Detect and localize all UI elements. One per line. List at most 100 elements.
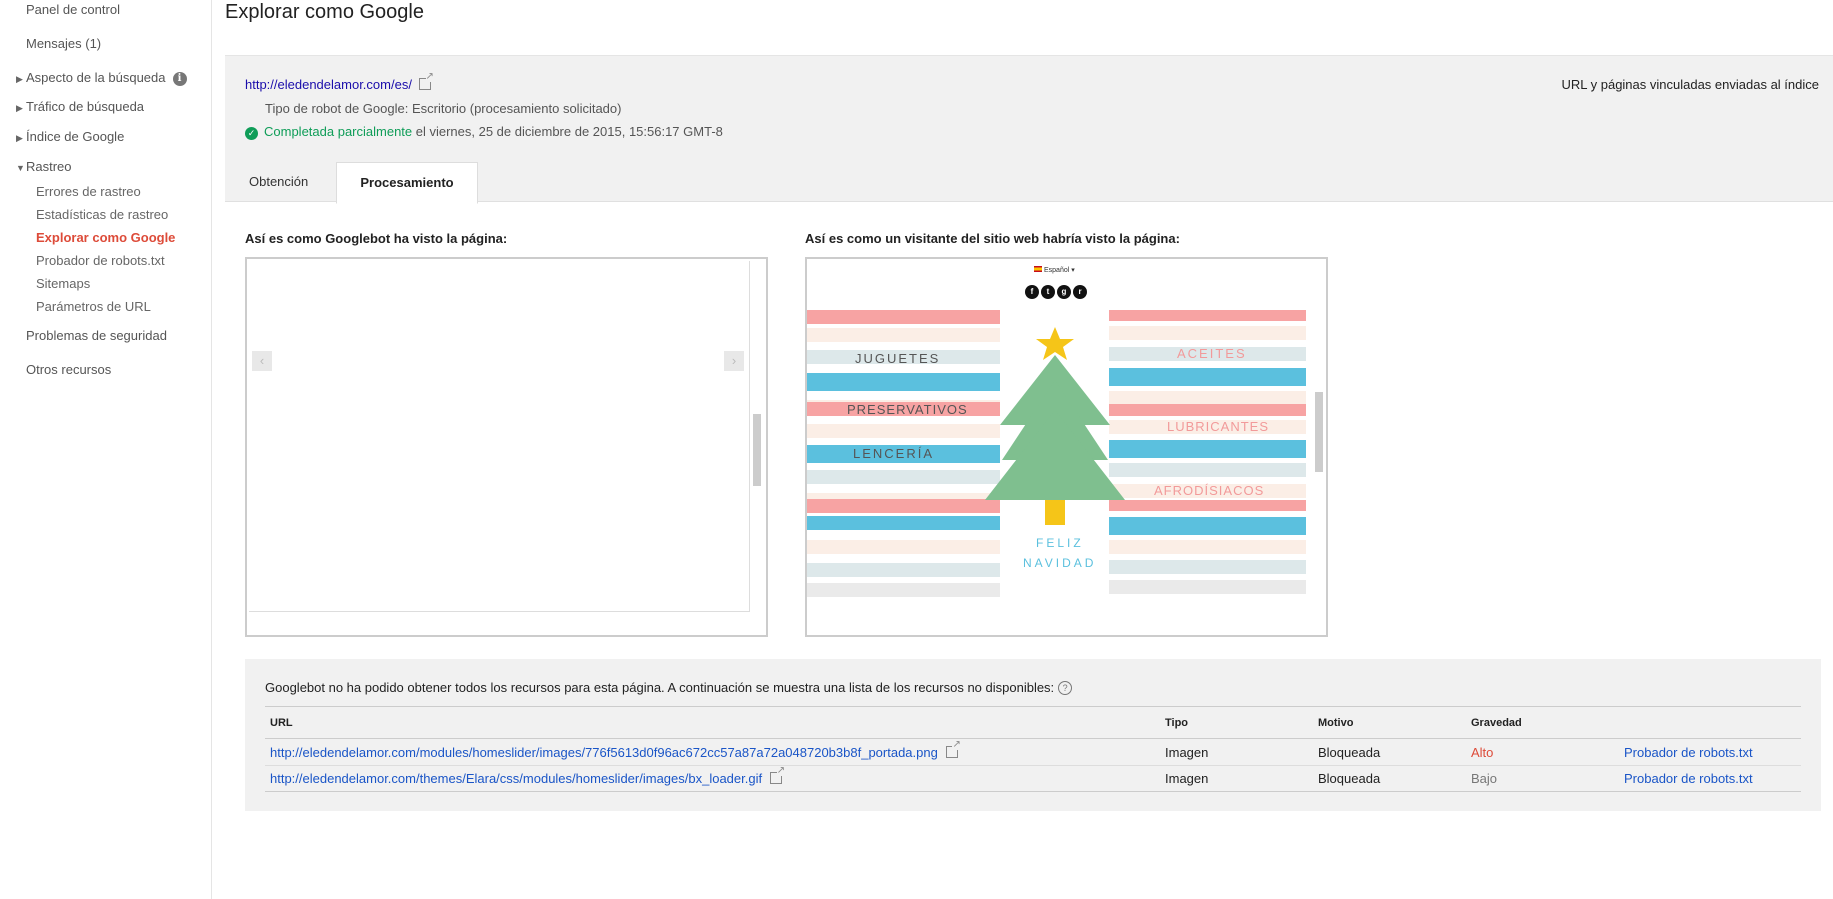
stripe (1109, 500, 1306, 511)
sidebar-subitem-estadisticas-rastreo[interactable]: Estadísticas de rastreo (36, 207, 168, 222)
visitor-view-label: Así es como un visitante del sitio web h… (805, 231, 1180, 246)
robots-tester-link[interactable]: Probador de robots.txt (1624, 771, 1753, 786)
stripe (1109, 540, 1306, 554)
googlebot-render-area (249, 261, 750, 612)
category-preservativos[interactable]: PRESERVATIVOS (847, 402, 968, 417)
resource-url-link[interactable]: http://eledendelamor.com/themes/Elara/cs… (270, 766, 786, 786)
resource-reason: Bloqueada (1318, 771, 1381, 786)
index-status: URL y páginas vinculadas enviadas al índ… (1561, 77, 1819, 92)
sidebar-item-label: Rastreo (26, 159, 72, 174)
stripe (1109, 404, 1306, 416)
stripe (1109, 463, 1306, 477)
robots-tester-link[interactable]: Probador de robots.txt (1624, 745, 1753, 760)
page-title: Explorar como Google (225, 1, 424, 23)
googlebot-view-label: Así es como Googlebot ha visto la página… (245, 231, 508, 246)
fetched-url-link[interactable]: http://eledendelamor.com/es/ (245, 77, 412, 92)
resource-type: Imagen (1165, 771, 1209, 786)
sidebar-item-trafico-busqueda[interactable]: ▶ Tráfico de búsqueda (16, 99, 144, 114)
resources-intro: Googlebot no ha podido obtener todos los… (265, 680, 1073, 695)
caret-right-icon: ▶ (16, 74, 23, 84)
info-icon[interactable]: i (172, 71, 187, 86)
robot-type: Tipo de robot de Google: Escritorio (pro… (265, 101, 622, 116)
chevron-right-icon[interactable]: › (724, 351, 744, 371)
stripe (1109, 517, 1306, 535)
stripe (807, 540, 1000, 554)
divider (265, 791, 1801, 792)
sidebar-subitem-probador-robots[interactable]: Probador de robots.txt (36, 253, 165, 268)
check-icon: ✓ (245, 127, 258, 140)
sidebar-subitem-errores-rastreo[interactable]: Errores de rastreo (36, 184, 141, 199)
category-aceites[interactable]: ACEITES (1177, 346, 1247, 361)
stripe (807, 373, 1000, 391)
fetched-url[interactable]: http://eledendelamor.com/es/ (245, 72, 434, 92)
divider (265, 738, 1801, 739)
google-plus-icon[interactable]: g (1057, 285, 1071, 299)
column-header-url: URL (270, 717, 293, 729)
column-header-gravedad: Gravedad (1471, 717, 1522, 729)
sidebar-item-otros-recursos[interactable]: Otros recursos (26, 362, 111, 377)
caret-right-icon: ▶ (16, 103, 23, 113)
tab-obtencion[interactable]: Obtención (249, 174, 308, 189)
resource-url[interactable]: http://eledendelamor.com/modules/homesli… (270, 745, 938, 760)
stripe (1109, 310, 1306, 321)
resource-severity: Bajo (1471, 771, 1498, 786)
scrollbar-thumb[interactable] (1315, 392, 1323, 472)
tab-procesamiento[interactable]: Procesamiento (336, 162, 478, 204)
category-lubricantes[interactable]: LUBRICANTES (1167, 419, 1269, 434)
sidebar-item-label: Aspecto de la búsqueda (26, 70, 166, 85)
sidebar-subitem-explorar-como-google[interactable]: Explorar como Google (36, 230, 175, 245)
status-label: Completada parcialmente (264, 124, 413, 139)
stripe (807, 516, 1000, 530)
sidebar-item-indice-google[interactable]: ▶ Índice de Google (16, 129, 125, 144)
sidebar-item-problemas-seguridad[interactable]: Problemas de seguridad (26, 328, 167, 343)
fetch-status: ✓ Completada parcialmente el viernes, 25 … (245, 124, 723, 140)
sidebar-item-mensajes[interactable]: Mensajes (1) (26, 36, 101, 51)
googlebot-render-panel: ‹ › (245, 257, 768, 637)
stripe (807, 328, 1000, 342)
twitter-icon[interactable]: t (1041, 285, 1055, 299)
stripe (807, 583, 1000, 597)
sidebar-item-aspecto-busqueda[interactable]: ▶ Aspecto de la búsqueda i (16, 70, 187, 86)
stripe (807, 470, 1000, 484)
external-link-icon[interactable] (945, 740, 961, 758)
sidebar: Panel de control Mensajes (1) ▶ Aspecto … (0, 0, 212, 899)
caret-down-icon: ▼ (16, 163, 25, 173)
stripe (807, 310, 1000, 324)
category-lenceria[interactable]: LENCERÍA (853, 446, 934, 461)
external-link-icon[interactable] (770, 766, 786, 784)
category-afrodisiacos[interactable]: AFRODÍSIACOS (1154, 483, 1264, 498)
greeting-feliz: FELIZ (1036, 536, 1084, 550)
rss-icon[interactable]: r (1073, 285, 1087, 299)
sidebar-subitem-parametros-url[interactable]: Parámetros de URL (36, 299, 151, 314)
sidebar-item-rastreo[interactable]: ▼ Rastreo (16, 159, 72, 174)
stripe (807, 499, 1000, 513)
language-label: Español (1044, 267, 1070, 274)
chevron-left-icon[interactable]: ‹ (252, 351, 272, 371)
stripe (807, 424, 1000, 438)
stripe (1109, 440, 1306, 458)
resource-url[interactable]: http://eledendelamor.com/themes/Elara/cs… (270, 771, 762, 786)
help-icon[interactable]: ? (1058, 681, 1073, 695)
column-header-tipo: Tipo (1165, 717, 1189, 729)
divider (265, 765, 1801, 766)
resource-type: Imagen (1165, 745, 1209, 760)
resource-severity: Alto (1471, 745, 1494, 760)
column-header-motivo: Motivo (1318, 717, 1354, 729)
christmas-tree-icon (985, 327, 1125, 525)
sidebar-item-panel-control[interactable]: Panel de control (26, 2, 120, 17)
resource-url-link[interactable]: http://eledendelamor.com/modules/homesli… (270, 740, 961, 760)
sidebar-subitem-sitemaps[interactable]: Sitemaps (36, 276, 90, 291)
category-juguetes[interactable]: JUGUETES (855, 351, 940, 366)
stripe (1109, 326, 1306, 340)
stripe (1109, 391, 1306, 405)
sidebar-item-label: Índice de Google (26, 129, 125, 144)
stripe (807, 563, 1000, 577)
spain-flag-icon (1034, 266, 1042, 272)
facebook-icon[interactable]: f (1025, 285, 1039, 299)
language-selector[interactable]: Español ▾ (1034, 266, 1075, 274)
scrollbar-thumb[interactable] (753, 414, 761, 486)
external-link-icon[interactable] (418, 72, 434, 90)
greeting-navidad: NAVIDAD (1023, 556, 1097, 570)
resource-reason: Bloqueada (1318, 745, 1381, 760)
status-date: el viernes, 25 de diciembre de 2015, 15:… (412, 124, 723, 139)
